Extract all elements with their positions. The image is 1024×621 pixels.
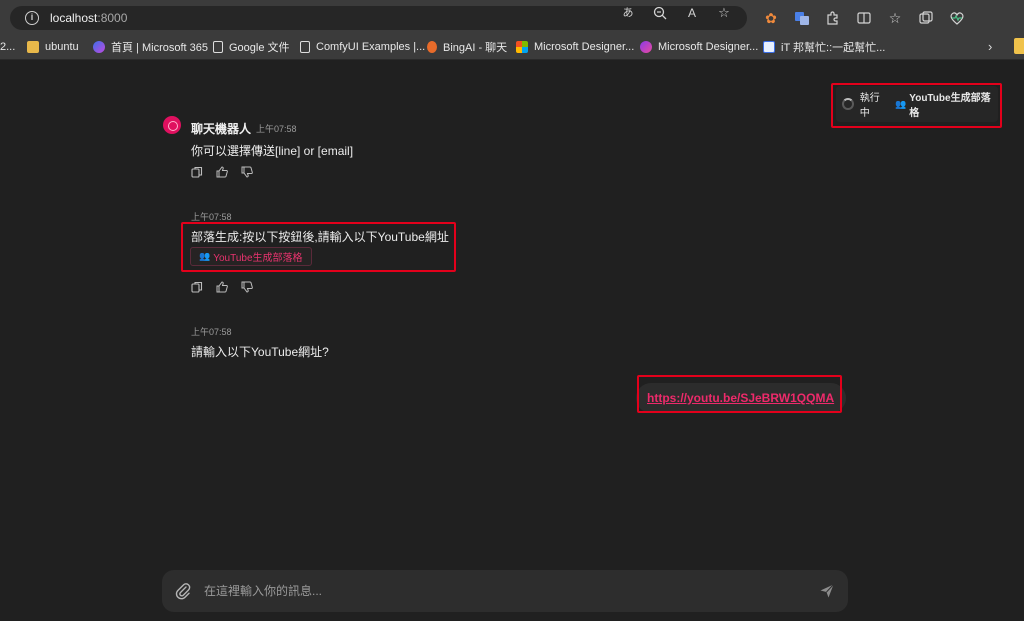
document-icon (300, 41, 310, 53)
site-info-icon[interactable]: i (25, 11, 39, 25)
collections-icon[interactable] (917, 9, 935, 27)
bookmark-designer-2[interactable]: Microsoft Designer... (640, 39, 758, 55)
message-text: 部落生成:按以下按鈕後,請輸入以下YouTube網址 (191, 230, 449, 244)
bookmark-item[interactable]: 2... (0, 39, 15, 55)
microsoft365-icon (93, 41, 105, 53)
message-timestamp: 上午07:58 (191, 327, 232, 337)
people-icon: 👥 (895, 98, 907, 109)
chat-app: 執行中 👥 YouTube生成部落格 聊天機器人 上午07:58 你可以選擇傳送[… (0, 60, 1024, 621)
browser-toolbar: i localhost:8000 あ A ☆ ✿ ☆ (0, 0, 1024, 34)
message-author: 聊天機器人 (191, 122, 252, 136)
thumbs-down-icon[interactable] (241, 281, 253, 293)
favorite-star-icon[interactable]: ☆ (716, 5, 732, 21)
thumbs-down-icon[interactable] (241, 166, 253, 178)
task-status-indicator: 執行中 👥 YouTube生成部落格 (836, 86, 998, 122)
message-actions (191, 166, 253, 178)
message-actions (191, 281, 253, 293)
user-message-link[interactable]: https://youtu.be/SJeBRW1QQMA (647, 391, 834, 405)
folder-icon[interactable] (1014, 38, 1024, 54)
microsoft-logo-icon (516, 41, 528, 53)
youtube-blog-action-button[interactable]: 👥 YouTube生成部落格 (190, 247, 312, 266)
chevron-right-icon[interactable]: › (988, 39, 992, 54)
thumbs-up-icon[interactable] (216, 166, 228, 178)
message-timestamp: 上午07:58 (256, 124, 297, 134)
bookmark-microsoft365[interactable]: 首頁 | Microsoft 365 (93, 39, 208, 55)
folder-icon (27, 41, 39, 53)
bookmark-designer-1[interactable]: Microsoft Designer... (516, 39, 634, 55)
copy-icon[interactable] (191, 166, 203, 178)
task-status-label: 執行中 (859, 93, 880, 119)
address-url[interactable]: localhost:8000 (50, 11, 127, 25)
message-composer (162, 570, 848, 612)
read-aloud-icon[interactable]: A (684, 5, 700, 21)
translate-icon[interactable]: あ (620, 5, 636, 21)
bookmark-ithome[interactable]: iT 邦幫忙::一起幫忙... (763, 39, 885, 55)
bookmark-google-docs[interactable]: Google 文件 (213, 39, 290, 55)
ithome-icon (763, 41, 775, 53)
message-text: 你可以選擇傳送[line] or [email] (191, 144, 354, 158)
people-icon: 👥 (199, 251, 211, 261)
favorites-icon[interactable]: ☆ (886, 9, 904, 27)
copy-icon[interactable] (191, 281, 203, 293)
bookmarks-bar: 2... ubuntu 首頁 | Microsoft 365 Google 文件… (0, 34, 1024, 60)
extensions-puzzle-icon[interactable] (824, 9, 842, 27)
extension-flower-icon[interactable]: ✿ (762, 9, 780, 27)
message-text: 請輸入以下YouTube網址? (191, 345, 329, 359)
browser-health-icon[interactable] (948, 9, 966, 27)
thumbs-up-icon[interactable] (216, 281, 228, 293)
bookmark-comfyui[interactable]: ComfyUI Examples |... (300, 39, 425, 55)
document-icon (213, 41, 223, 53)
bing-icon (427, 41, 437, 53)
bot-avatar (163, 116, 181, 134)
message-timestamp: 上午07:58 (191, 212, 232, 222)
zoom-icon[interactable] (652, 5, 668, 21)
split-screen-icon[interactable] (855, 9, 873, 27)
bookmark-bingai[interactable]: BingAI - 聊天 (427, 39, 507, 55)
bookmark-ubuntu[interactable]: ubuntu (27, 39, 79, 55)
message-input[interactable] (204, 581, 784, 601)
loading-spinner-icon (842, 98, 854, 110)
paperclip-icon[interactable] (175, 582, 191, 600)
send-icon[interactable] (819, 583, 835, 599)
designer-icon (640, 41, 652, 53)
translator-extension-icon[interactable] (793, 9, 811, 27)
task-name: 👥 YouTube生成部落格 (895, 93, 991, 119)
